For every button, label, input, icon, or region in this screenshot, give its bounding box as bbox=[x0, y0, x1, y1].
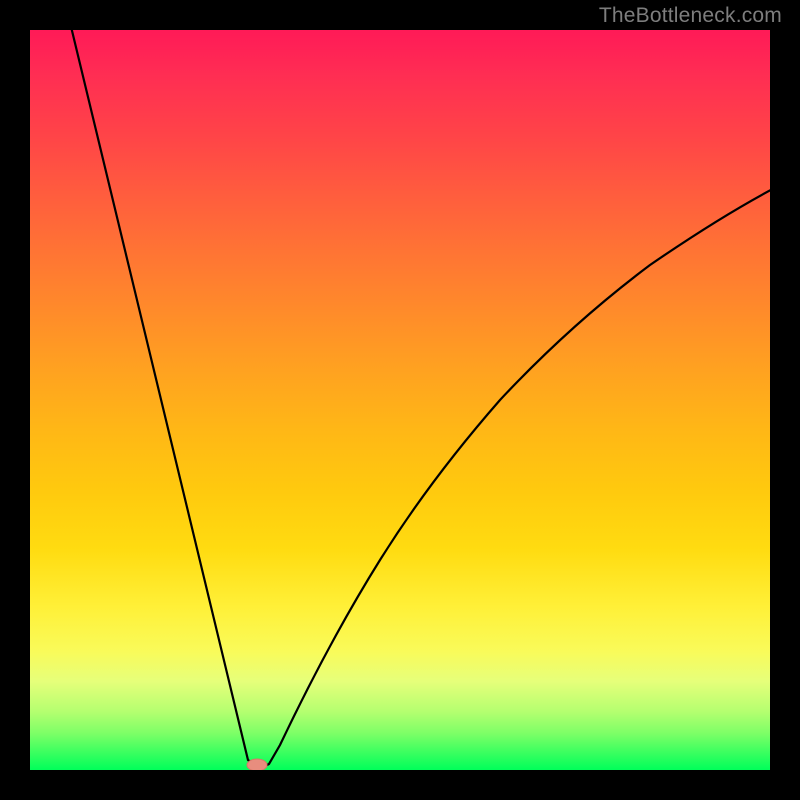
curve-layer bbox=[30, 30, 770, 770]
plot-area bbox=[30, 30, 770, 770]
chart-stage: TheBottleneck.com bbox=[0, 0, 800, 800]
bottleneck-curve-path bbox=[67, 30, 770, 766]
minimum-marker bbox=[247, 759, 267, 770]
watermark-text: TheBottleneck.com bbox=[599, 4, 782, 28]
